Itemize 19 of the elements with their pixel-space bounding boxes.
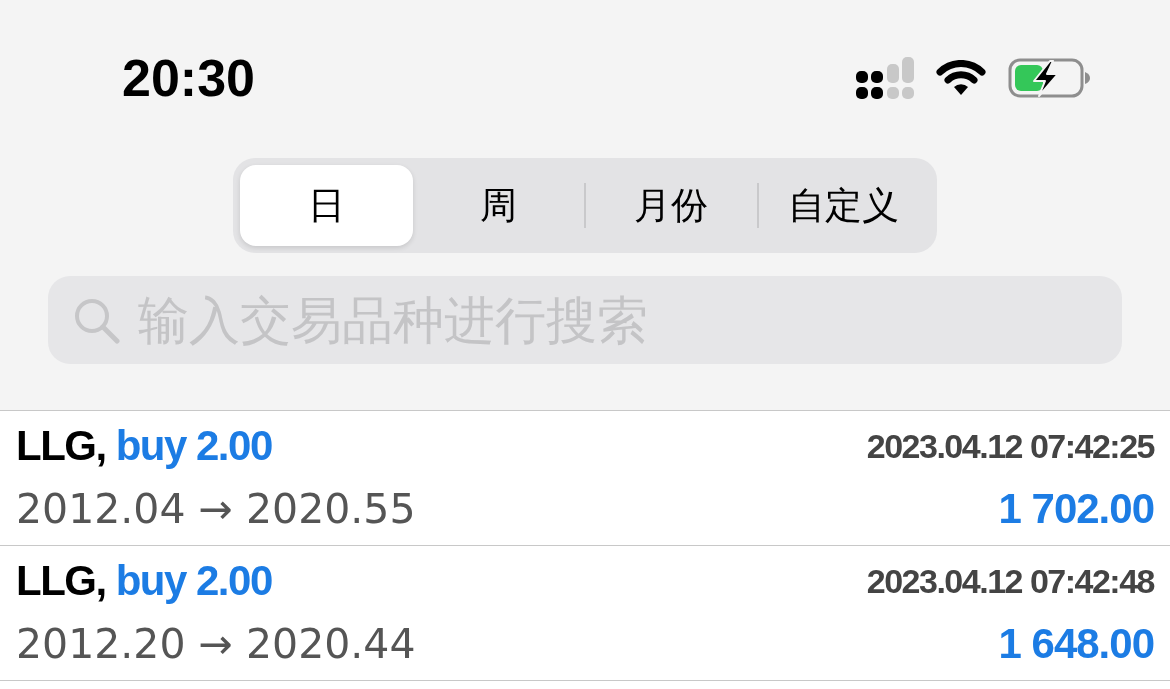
status-time: 20:30: [122, 52, 255, 104]
wifi-icon: [936, 60, 986, 96]
segment-tab[interactable]: 日: [240, 165, 413, 246]
deal-prices: 2012.20 → 2020.44: [16, 620, 416, 668]
deal-order: buy 2.00: [115, 422, 272, 470]
signal-icon: [856, 57, 914, 99]
deal-time: 2023.04.12 07:42:48: [866, 561, 1154, 601]
segment-tab[interactable]: 自定义: [757, 165, 930, 246]
deal-profit: 1 648.00: [998, 620, 1154, 668]
deal-prices: 2012.04 → 2020.55: [16, 485, 416, 533]
search-icon: [72, 296, 120, 344]
deal-profit: 1 702.00: [998, 485, 1154, 533]
deal-time: 2023.04.12 07:42:25: [866, 426, 1154, 466]
segment-tab[interactable]: 月份: [585, 165, 758, 246]
deal-symbol: LLG,: [16, 557, 106, 605]
deal-order: buy 2.00: [115, 557, 272, 605]
battery-icon: [1008, 58, 1090, 98]
deal-symbol: LLG,: [16, 422, 106, 470]
segment-tab[interactable]: 周: [412, 165, 585, 246]
